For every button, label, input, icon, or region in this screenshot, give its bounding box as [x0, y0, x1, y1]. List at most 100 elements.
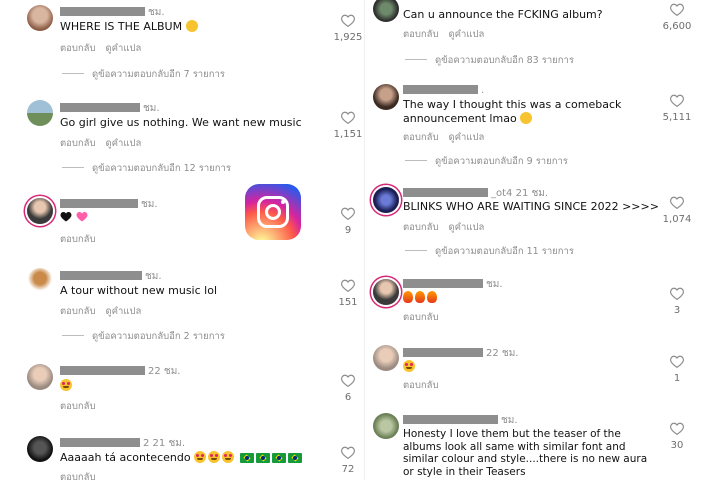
- black-heart-icon: [60, 212, 72, 222]
- fire-icon: [403, 291, 413, 303]
- heart-icon: [670, 3, 684, 16]
- comment-actions: ตอบกลับ ดูคำแปล: [403, 220, 494, 235]
- heart-icon: [670, 196, 684, 209]
- view-replies-link[interactable]: ดูข้อความตอบกลับอีก 12 รายการ: [62, 161, 231, 176]
- like-button[interactable]: 1,925: [328, 14, 368, 43]
- comment-text: The way I thought this was a comeback an…: [403, 98, 622, 125]
- comment-actions: ตอบกลับ ดูคำแปล: [60, 136, 151, 151]
- redacted-username[interactable]: [60, 199, 138, 208]
- comment-text: [403, 360, 417, 374]
- avatar[interactable]: [373, 0, 399, 22]
- comment-text: [403, 291, 439, 305]
- reply-button[interactable]: ตอบกลับ: [403, 312, 439, 323]
- comment-text: [60, 211, 88, 225]
- comment-meta: ชม.: [60, 5, 165, 20]
- comment-text: Aaaaah tá acontecendo: [60, 451, 304, 465]
- heart-icon: [341, 14, 355, 27]
- translate-link[interactable]: ดูคำแปล: [106, 306, 142, 317]
- redacted-username[interactable]: [60, 271, 142, 280]
- comment-meta: ชม.: [403, 413, 518, 428]
- view-replies-link[interactable]: ดูข้อความตอบกลับอีก 7 รายการ: [62, 67, 225, 82]
- avatar-with-story-ring[interactable]: [373, 187, 399, 213]
- comment-text: WHERE IS THE ALBUM: [60, 20, 320, 34]
- fire-icon: [427, 291, 437, 303]
- left-comment-column: ชม. WHERE IS THE ALBUM ตอบกลับ ดูคำแปล ดู…: [0, 0, 368, 483]
- redacted-username[interactable]: [60, 7, 145, 16]
- avatar[interactable]: [373, 413, 399, 439]
- translate-link[interactable]: ดูคำแปล: [449, 132, 485, 143]
- avatar[interactable]: [27, 5, 53, 31]
- redacted-username[interactable]: [403, 279, 483, 288]
- reply-button[interactable]: ตอบกลับ: [60, 401, 96, 412]
- like-button[interactable]: 3: [657, 287, 697, 316]
- reply-button[interactable]: ตอบกลับ: [60, 472, 96, 483]
- comment-meta: _ot4 21 ชม.: [403, 186, 548, 201]
- like-count: 5,111: [662, 112, 692, 123]
- avatar[interactable]: [27, 100, 53, 126]
- heart-icon: [670, 94, 684, 107]
- redacted-username[interactable]: [60, 438, 140, 447]
- view-replies-link[interactable]: ดูข้อความตอบกลับอีก 11 รายการ: [405, 244, 574, 259]
- redacted-username[interactable]: [60, 103, 140, 112]
- reply-button[interactable]: ตอบกลับ: [403, 132, 439, 143]
- comment-actions: ตอบกลับ: [60, 399, 106, 414]
- comment-actions: ตอบกลับ ดูคำแปล: [403, 27, 494, 42]
- redacted-username[interactable]: [403, 348, 483, 357]
- avatar[interactable]: [27, 364, 53, 390]
- reply-button[interactable]: ตอบกลับ: [403, 380, 439, 391]
- like-button[interactable]: 9: [328, 207, 368, 236]
- redacted-username[interactable]: [403, 85, 478, 94]
- reply-button[interactable]: ตอบกลับ: [60, 306, 96, 317]
- redacted-username[interactable]: [403, 415, 498, 424]
- heart-icon: [341, 446, 355, 459]
- like-button[interactable]: 72: [328, 446, 368, 475]
- comment-actions: ตอบกลับ: [403, 378, 449, 393]
- comment-text: BLINKS WHO ARE WAITING SINCE 2022 >>>>: [403, 200, 659, 213]
- heart-eyes-icon: [60, 379, 72, 391]
- comment-meta: ชม.: [60, 101, 160, 116]
- reply-button[interactable]: ตอบกลับ: [403, 222, 439, 233]
- brazil-flag-icon: [287, 453, 302, 463]
- fire-icon: [415, 291, 425, 303]
- like-button[interactable]: 30: [657, 422, 697, 451]
- comment-text: A tour without new music lol: [60, 284, 217, 297]
- avatar-with-story-ring[interactable]: [373, 279, 399, 305]
- avatar[interactable]: [373, 345, 399, 371]
- comment-actions: ตอบกลับ ดูคำแปล: [60, 41, 151, 56]
- redacted-username[interactable]: [403, 188, 488, 197]
- like-count: 30: [670, 440, 684, 451]
- view-replies-link[interactable]: ดูข้อความตอบกลับอีก 83 รายการ: [405, 53, 574, 68]
- reply-button[interactable]: ตอบกลับ: [60, 43, 96, 54]
- like-button[interactable]: 5,111: [657, 94, 697, 123]
- like-count: 6: [344, 392, 352, 403]
- translate-link[interactable]: ดูคำแปล: [449, 29, 485, 40]
- like-button[interactable]: 151: [328, 279, 368, 308]
- reply-button[interactable]: ตอบกลับ: [403, 29, 439, 40]
- avatar[interactable]: [27, 268, 53, 294]
- translate-link[interactable]: ดูคำแปล: [106, 138, 142, 149]
- reply-button[interactable]: ตอบกลับ: [60, 138, 96, 149]
- avatar[interactable]: [27, 436, 53, 462]
- heart-icon: [341, 207, 355, 220]
- translate-link[interactable]: ดูคำแปล: [106, 43, 142, 54]
- avatar-with-story-ring[interactable]: [27, 198, 53, 224]
- reply-button[interactable]: ตอบกลับ: [60, 234, 96, 245]
- like-button[interactable]: 1,151: [328, 111, 368, 140]
- like-button[interactable]: 6,600: [657, 3, 697, 32]
- heart-icon: [670, 287, 684, 300]
- like-count: 72: [341, 464, 355, 475]
- redacted-username[interactable]: [60, 366, 145, 375]
- comment-text: Go girl give us nothing. We want new mus…: [60, 116, 302, 129]
- translate-link[interactable]: ดูคำแปล: [449, 222, 485, 233]
- comment-actions: ตอบกลับ ดูคำแปล: [403, 130, 494, 145]
- heart-eyes-icon: [222, 451, 235, 463]
- like-button[interactable]: 6: [328, 374, 368, 403]
- like-count: 1,925: [333, 32, 363, 43]
- comment-actions: ตอบกลับ ดูคำแปล: [60, 304, 151, 319]
- view-replies-link[interactable]: ดูข้อความตอบกลับอีก 9 รายการ: [405, 154, 568, 169]
- comment-actions: ตอบกลับ: [403, 310, 449, 325]
- avatar[interactable]: [373, 84, 399, 110]
- view-replies-link[interactable]: ดูข้อความตอบกลับอีก 2 รายการ: [62, 329, 225, 344]
- like-button[interactable]: 1: [657, 355, 697, 384]
- like-button[interactable]: 1,074: [657, 196, 697, 225]
